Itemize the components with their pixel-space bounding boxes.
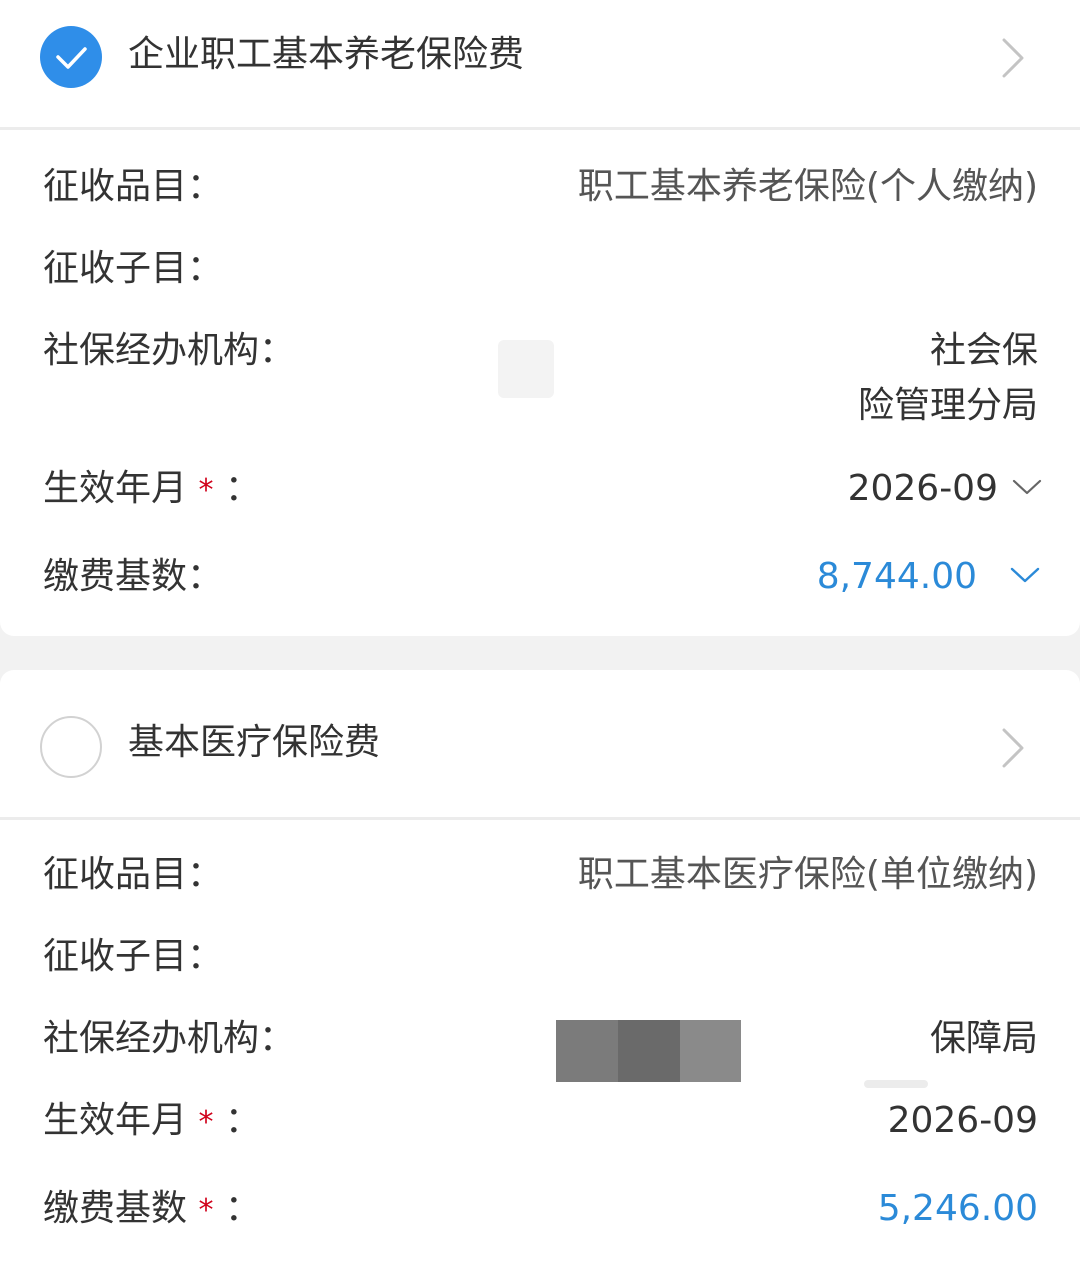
pension-insurance-card: 企业职工基本养老保险费 征收品目： 职工基本养老保险(个人缴纳) 征收子目： 社… [0, 0, 1080, 636]
redaction-blur [556, 1020, 618, 1082]
agency-row: 社保经办机构： 社会保 险管理分局 [0, 326, 1080, 436]
chevron-right-icon[interactable] [998, 38, 1032, 78]
category-value: 职工基本医疗保险(单位缴纳) [577, 854, 1038, 895]
medical-insurance-card: 基本医疗保险费 征收品目： 职工基本医疗保险(单位缴纳) 征收子目： 社保经办机… [0, 670, 1080, 1266]
effective-date-label: 生效年月 * ： [43, 468, 261, 509]
pension-insurance-header[interactable]: 企业职工基本养老保险费 [0, 0, 1080, 130]
effective-date-value: 2026-09 [887, 1100, 1038, 1141]
base-row[interactable]: 缴费基数： 8,744.00 [0, 552, 1080, 602]
base-row: 缴费基数 * ： 5,246.00 [0, 1184, 1080, 1234]
medical-insurance-title: 基本医疗保险费 [128, 722, 381, 763]
category-label: 征收品目： [43, 166, 224, 207]
redaction-blur [864, 1080, 928, 1088]
medical-select-checkbox[interactable] [40, 716, 102, 778]
subcategory-row: 征收子目： [0, 244, 1080, 294]
pension-insurance-title: 企业职工基本养老保险费 [128, 34, 525, 75]
base-value[interactable]: 8,744.00 [817, 552, 977, 602]
required-mark: * [198, 473, 214, 508]
agency-row: 社保经办机构： 保障局 [0, 1014, 1080, 1088]
medical-insurance-header[interactable]: 基本医疗保险费 [0, 690, 1080, 820]
agency-value-line1: 社会保 [929, 330, 1038, 371]
agency-label: 社保经办机构： [43, 1018, 296, 1059]
agency-label: 社保经办机构： [43, 330, 296, 371]
effective-date-label: 生效年月 * ： [43, 1100, 261, 1141]
redaction-blur [498, 340, 554, 398]
effective-date-row: 生效年月 * ： 2026-09 [0, 1096, 1080, 1146]
agency-value-line2: 险管理分局 [857, 385, 1038, 426]
required-mark: * [198, 1105, 214, 1140]
agency-value: 保障局 [929, 1018, 1038, 1059]
subcategory-label: 征收子目： [43, 248, 224, 289]
base-label: 缴费基数 * ： [43, 1188, 261, 1229]
subcategory-row: 征收子目： [0, 932, 1080, 982]
required-mark: * [198, 1193, 214, 1228]
subcategory-label: 征收子目： [43, 936, 224, 977]
category-value: 职工基本养老保险(个人缴纳) [577, 166, 1038, 207]
redaction-blur [680, 1020, 741, 1082]
effective-date-row[interactable]: 生效年月 * ： 2026-09 [0, 464, 1080, 514]
chevron-right-icon[interactable] [998, 728, 1032, 768]
category-label: 征收品目： [43, 854, 224, 895]
redaction-blur [618, 1020, 680, 1082]
category-row: 征收品目： 职工基本医疗保险(单位缴纳) [0, 850, 1080, 900]
pension-select-checkbox[interactable] [40, 26, 102, 88]
base-label: 缴费基数： [43, 556, 224, 597]
chevron-down-icon[interactable] [1010, 566, 1040, 586]
chevron-down-icon[interactable] [1012, 478, 1042, 498]
base-value: 5,246.00 [877, 1188, 1038, 1229]
effective-date-value[interactable]: 2026-09 [848, 464, 998, 514]
category-row: 征收品目： 职工基本养老保险(个人缴纳) [0, 162, 1080, 212]
check-icon [56, 47, 87, 69]
